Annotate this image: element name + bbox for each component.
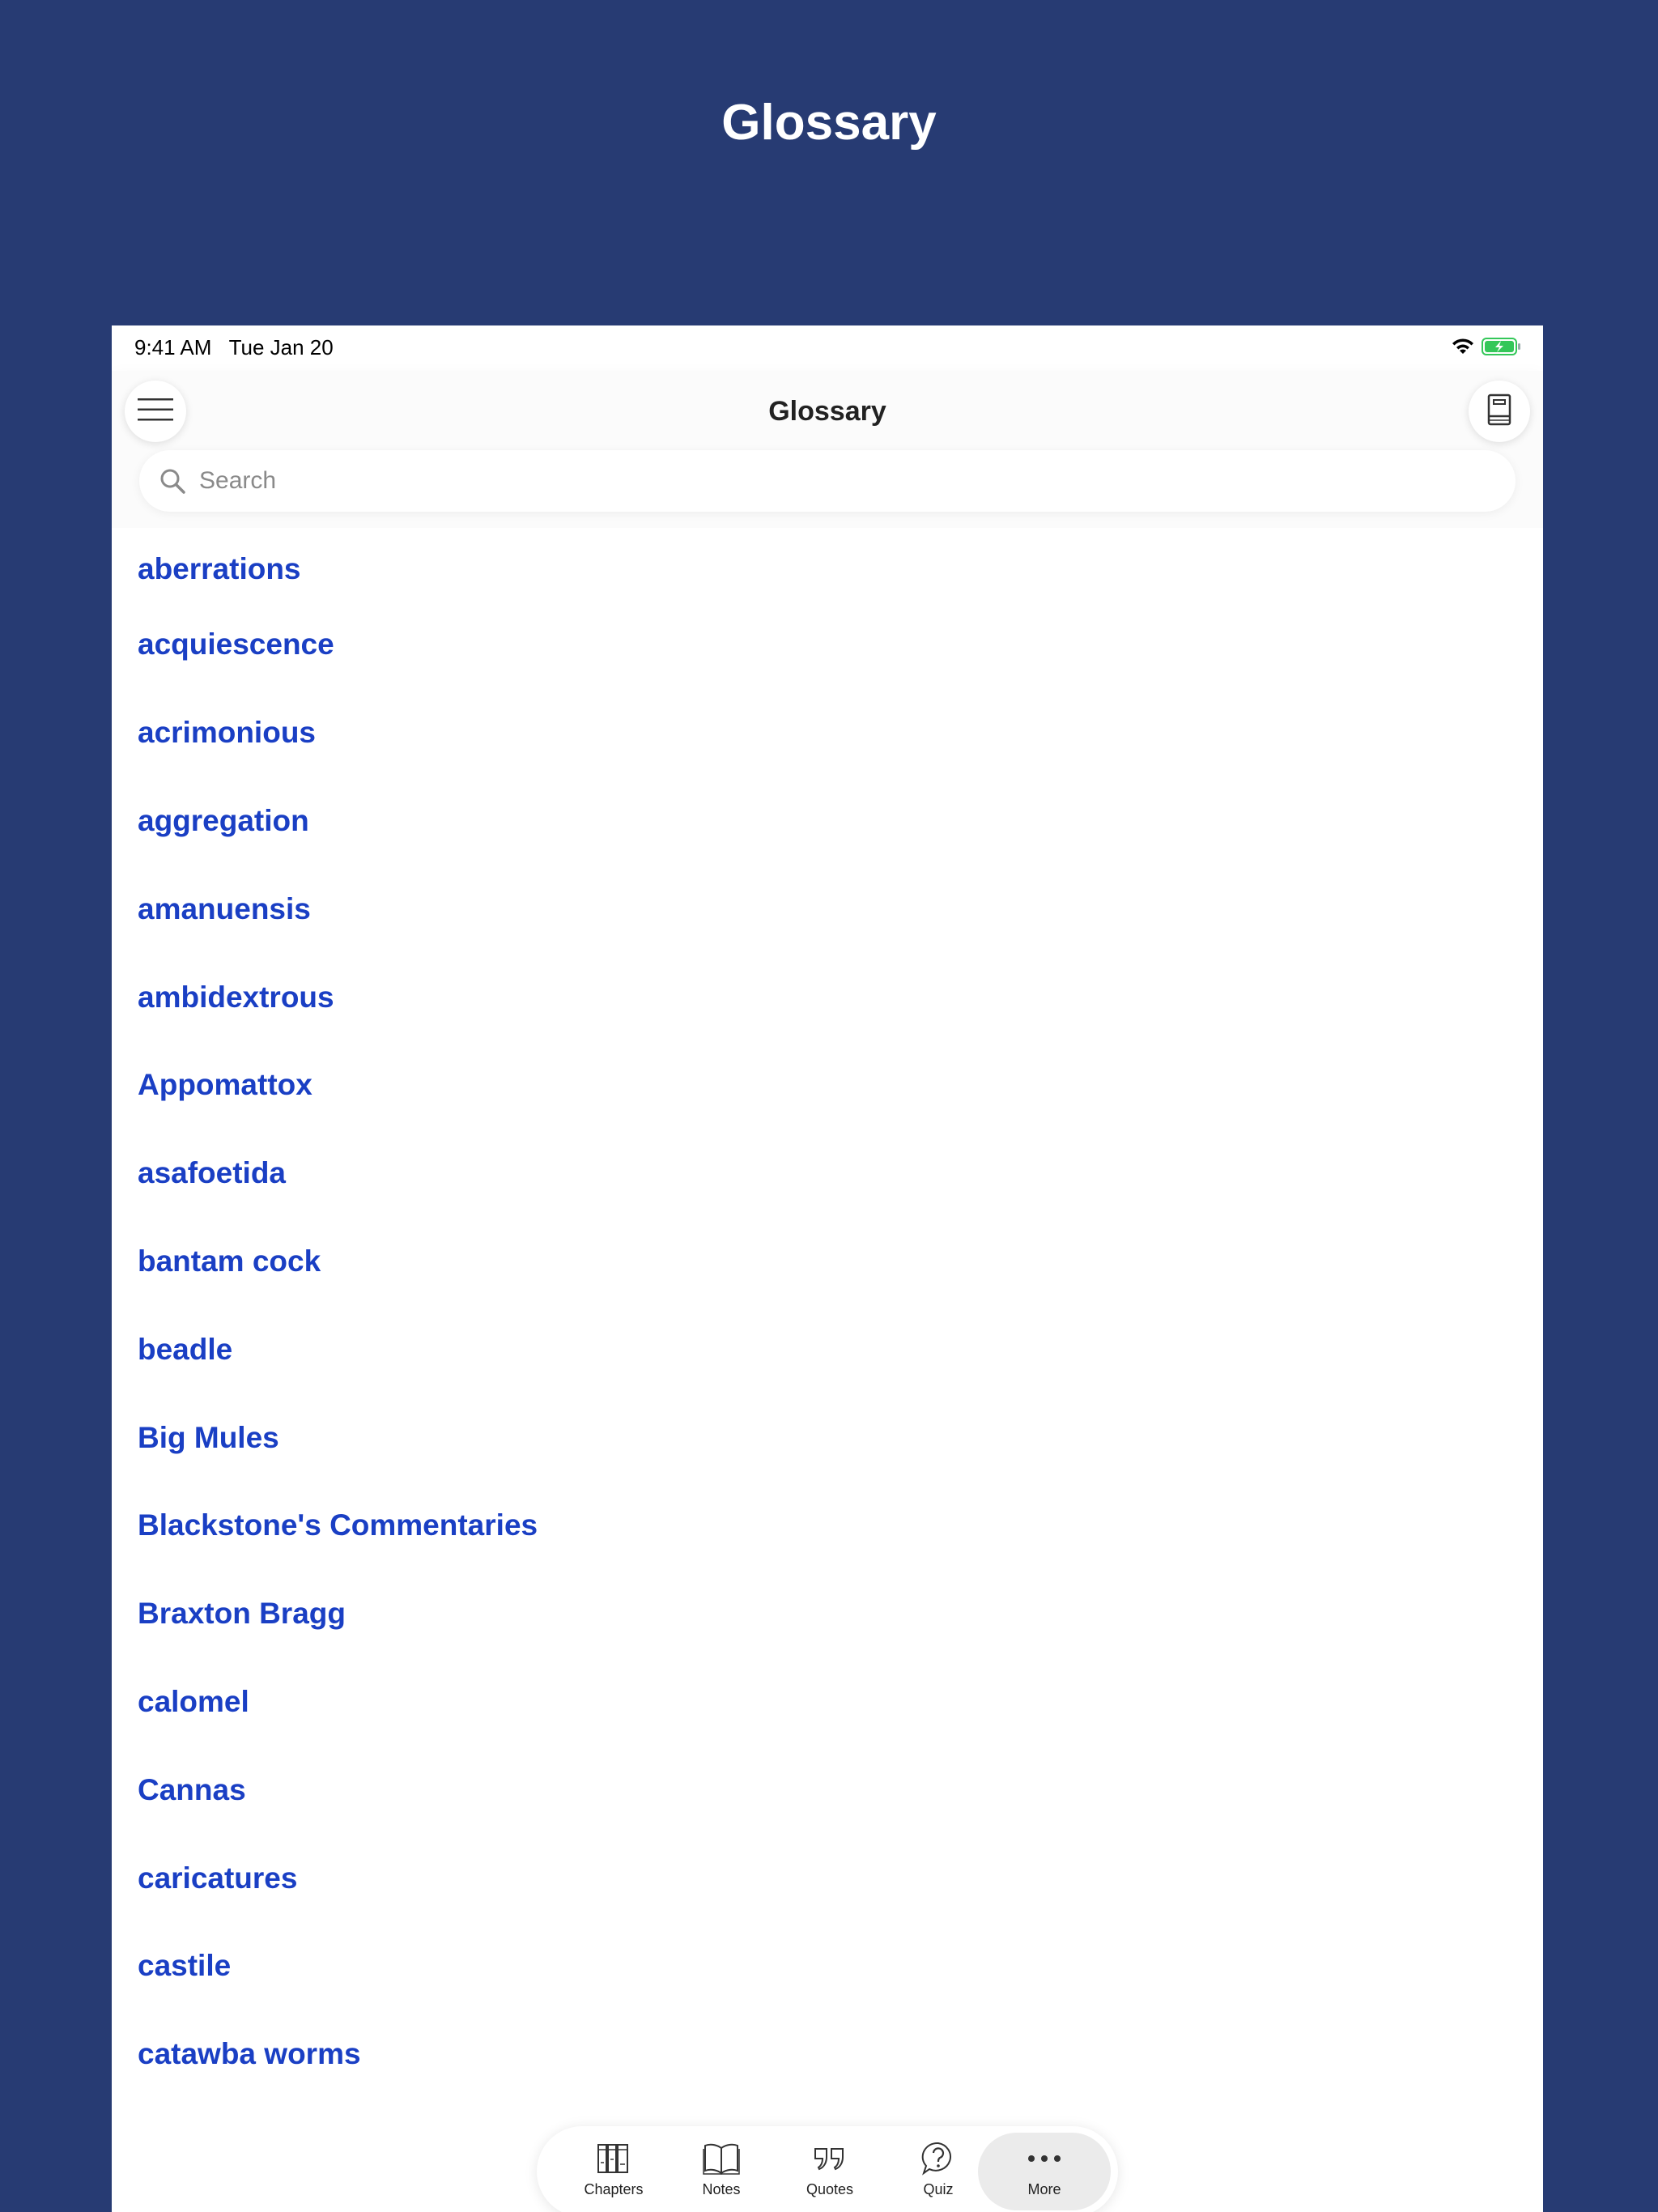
glossary-item[interactable]: Braxton Bragg — [112, 1570, 1543, 1658]
glossary-item[interactable]: castile — [112, 1922, 1543, 2010]
book-button[interactable] — [1469, 381, 1530, 442]
glossary-item[interactable]: catawba worms — [112, 2010, 1543, 2099]
glossary-item[interactable]: ambidextrous — [112, 953, 1543, 1041]
question-bubble-icon — [920, 2141, 956, 2176]
glossary-item[interactable]: Big Mules — [112, 1393, 1543, 1482]
status-icons — [1451, 337, 1522, 360]
tab-label: Quotes — [806, 2181, 854, 2197]
glossary-item[interactable]: caricatures — [112, 1834, 1543, 1922]
glossary-item[interactable]: acquiescence — [112, 601, 1543, 689]
status-time: 9:41 AM Tue Jan 20 — [134, 335, 334, 359]
glossary-item[interactable]: asafoetida — [112, 1129, 1543, 1218]
battery-charging-icon — [1482, 337, 1522, 360]
promo-title: Glossary — [721, 95, 937, 151]
tab-chapters[interactable]: Chapters — [559, 2133, 668, 2210]
quotes-icon — [813, 2141, 847, 2176]
status-bar: 9:41 AM Tue Jan 20 — [112, 325, 1543, 371]
book-icon — [1487, 393, 1511, 430]
glossary-item[interactable]: Cannas — [112, 1746, 1543, 1834]
tab-label: Quiz — [923, 2181, 954, 2197]
wifi-icon — [1451, 338, 1475, 359]
glossary-item[interactable]: Appomattox — [112, 1041, 1543, 1129]
page-title: Glossary — [768, 396, 886, 427]
tab-bar: Chapters Notes Quotes Quiz More — [537, 2126, 1118, 2212]
tab-label: Notes — [702, 2181, 741, 2197]
app-screen: 9:41 AM Tue Jan 20 Glossary Search aberr… — [112, 325, 1543, 2212]
glossary-item[interactable]: calomel — [112, 1658, 1543, 1746]
tab-more[interactable]: More — [978, 2133, 1111, 2210]
search-icon — [159, 467, 186, 495]
glossary-list: aberrations acquiescence acrimonious aggreg… — [112, 528, 1543, 2099]
open-book-icon — [703, 2141, 740, 2176]
tab-notes[interactable]: Notes — [667, 2133, 776, 2210]
tab-quiz[interactable]: Quiz — [884, 2133, 993, 2210]
tab-quotes[interactable]: Quotes — [776, 2133, 884, 2210]
glossary-item[interactable]: aberrations — [112, 528, 1543, 601]
search-bar[interactable] — [139, 450, 1516, 512]
glossary-item[interactable]: acrimonious — [112, 689, 1543, 777]
glossary-item[interactable]: aggregation — [112, 777, 1543, 866]
search-input[interactable] — [198, 466, 1480, 496]
more-dots-icon — [1027, 2141, 1062, 2176]
tab-label: More — [1027, 2181, 1061, 2197]
glossary-item[interactable]: amanuensis — [112, 865, 1543, 953]
glossary-item[interactable]: beadle — [112, 1305, 1543, 1393]
chapters-icon — [597, 2141, 631, 2176]
tab-label: Chapters — [584, 2181, 644, 2197]
glossary-item[interactable]: Blackstone's Commentaries — [112, 1482, 1543, 1570]
glossary-item[interactable]: bantam cock — [112, 1218, 1543, 1306]
